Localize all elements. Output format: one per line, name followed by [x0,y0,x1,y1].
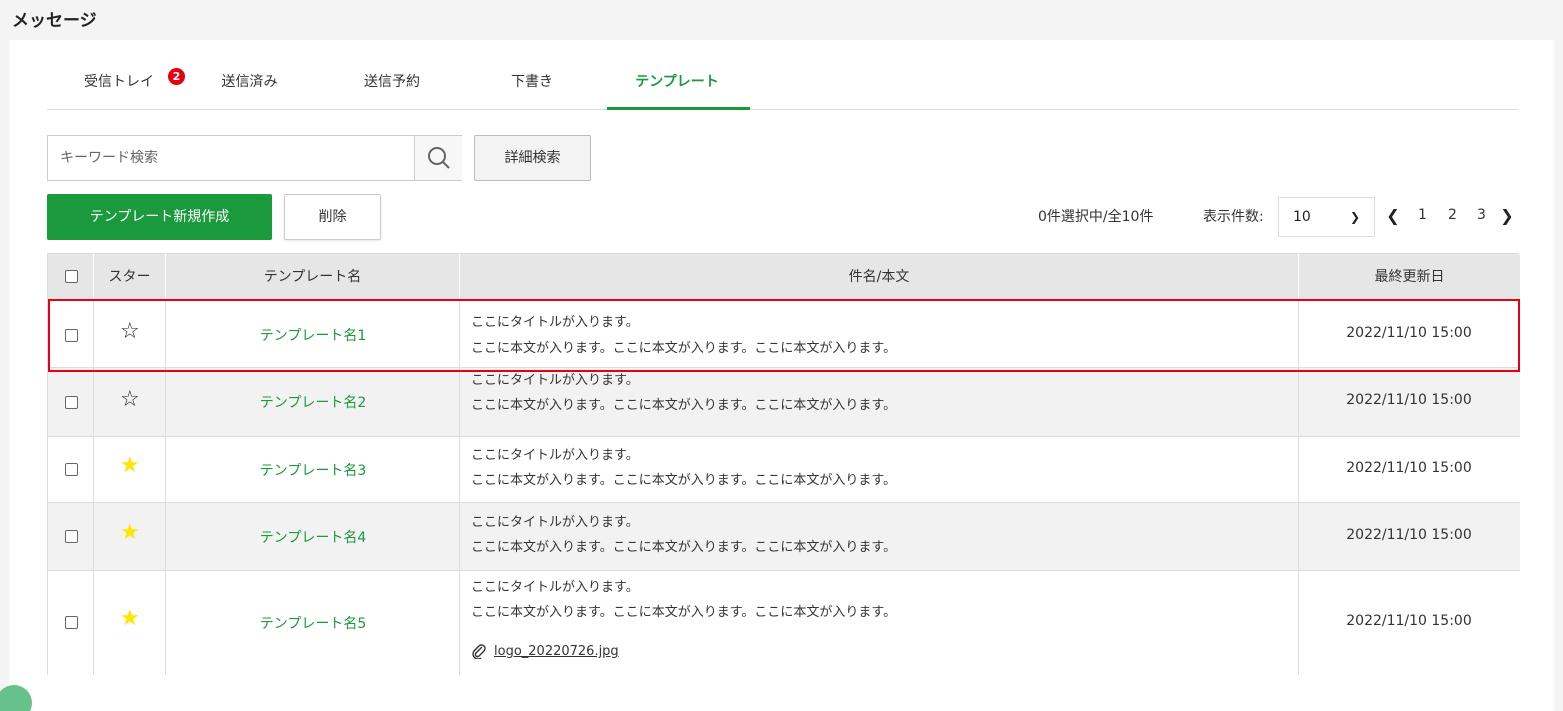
chevron-down-icon: ❯ [1349,210,1360,224]
row-checkbox[interactable] [65,530,78,543]
updated-date: 2022/11/10 15:00 [1346,460,1472,476]
page-1[interactable]: 1 [1418,207,1427,223]
search-button[interactable] [414,136,462,180]
template-name-link[interactable]: テンプレート名5 [166,613,460,633]
body-text: ここに本文が入ります。ここに本文が入ります。ここに本文が入ります。 [471,341,897,356]
star-filled-icon[interactable]: ★ [120,608,140,630]
search-box [47,135,462,181]
tab-inbox[interactable]: 受信トレイ [74,70,164,110]
active-tab-indicator [607,107,750,110]
header-template-name: テンプレート名 [166,254,460,300]
tab-bar: 受信トレイ 送信済み 送信予約 下書き テンプレート [47,64,1518,110]
table-row[interactable]: ☆ テンプレート名1 ここにタイトルが入ります。 ここに本文が入ります。ここに本… [48,300,1520,367]
table-row[interactable]: ☆ テンプレート名2 ここにタイトルが入ります。 ここに本文が入ります。ここに本… [48,367,1520,436]
body-text: ここに本文が入ります。ここに本文が入ります。ここに本文が入ります。 [471,605,897,620]
star-filled-icon[interactable]: ★ [120,455,140,477]
chevron-right-icon[interactable]: ❯ [1500,202,1514,230]
paperclip-icon [472,644,486,659]
select-all-cell [48,254,94,300]
per-page-select[interactable]: 10 ❯ [1278,197,1375,237]
page-2[interactable]: 2 [1448,207,1457,223]
new-template-button[interactable]: テンプレート新規作成 [47,194,272,240]
table-header: スター テンプレート名 件名/本文 最終更新日 [48,254,1520,300]
tab-templates[interactable]: テンプレート [627,70,727,110]
star-outline-icon[interactable]: ☆ [120,389,140,411]
table-row[interactable]: ★ テンプレート名4 ここにタイトルが入ります。 ここに本文が入ります。ここに本… [48,502,1520,570]
subject-text: ここにタイトルが入ります。 [471,373,639,388]
star-outline-icon[interactable]: ☆ [120,321,140,343]
search-icon [428,147,450,169]
subject-text: ここにタイトルが入ります。 [471,315,639,330]
subject-text: ここにタイトルが入ります。 [471,580,639,595]
updated-date: 2022/11/10 15:00 [1346,613,1472,629]
search-input[interactable] [48,136,414,180]
subject-text: ここにタイトルが入ります。 [471,448,639,463]
star-filled-icon[interactable]: ★ [120,522,140,544]
per-page-label: 表示件数: [1203,209,1264,225]
updated-date: 2022/11/10 15:00 [1346,325,1472,341]
header-updated: 最終更新日 [1374,269,1445,285]
template-name-link[interactable]: テンプレート名4 [166,527,460,547]
header-subject-body: 件名/本文 [460,254,1299,300]
detail-search-button[interactable]: 詳細検索 [474,135,591,181]
row-checkbox[interactable] [65,616,78,629]
body-text: ここに本文が入ります。ここに本文が入ります。ここに本文が入ります。 [471,398,897,413]
tab-drafts[interactable]: 下書き [507,70,557,110]
per-page-value: 10 [1293,209,1311,225]
template-name-link[interactable]: テンプレート名3 [166,460,460,480]
updated-date: 2022/11/10 15:00 [1346,392,1472,408]
inbox-unread-badge: 2 [168,68,185,85]
delete-button[interactable]: 削除 [284,194,381,240]
body-text: ここに本文が入ります。ここに本文が入ります。ここに本文が入ります。 [471,473,897,488]
select-all-checkbox[interactable] [65,270,78,283]
template-name-link[interactable]: テンプレート名1 [166,325,460,345]
row-checkbox[interactable] [65,463,78,476]
row-checkbox[interactable] [65,329,78,342]
page-3[interactable]: 3 [1477,207,1486,223]
header-star: スター [94,254,166,300]
selection-status: 0件選択中/全10件 [1038,209,1154,225]
subject-text: ここにタイトルが入ります。 [471,515,639,530]
table-row[interactable]: ★ テンプレート名5 ここにタイトルが入ります。 ここに本文が入ります。ここに本… [48,570,1520,675]
body-text: ここに本文が入ります。ここに本文が入ります。ここに本文が入ります。 [471,540,897,555]
row-checkbox[interactable] [65,396,78,409]
template-table: スター テンプレート名 件名/本文 最終更新日 ☆ テンプレート名1 ここにタイ… [47,253,1520,675]
attachment-link[interactable]: logo_20220726.jpg [494,644,619,659]
chevron-left-icon[interactable]: ❮ [1386,202,1400,230]
tab-scheduled[interactable]: 送信予約 [352,70,432,110]
tab-sent[interactable]: 送信済み [212,70,287,110]
page-title: メッセージ [12,11,97,31]
template-name-link[interactable]: テンプレート名2 [166,392,460,412]
table-row[interactable]: ★ テンプレート名3 ここにタイトルが入ります。 ここに本文が入ります。ここに本… [48,436,1520,502]
updated-date: 2022/11/10 15:00 [1346,527,1472,543]
